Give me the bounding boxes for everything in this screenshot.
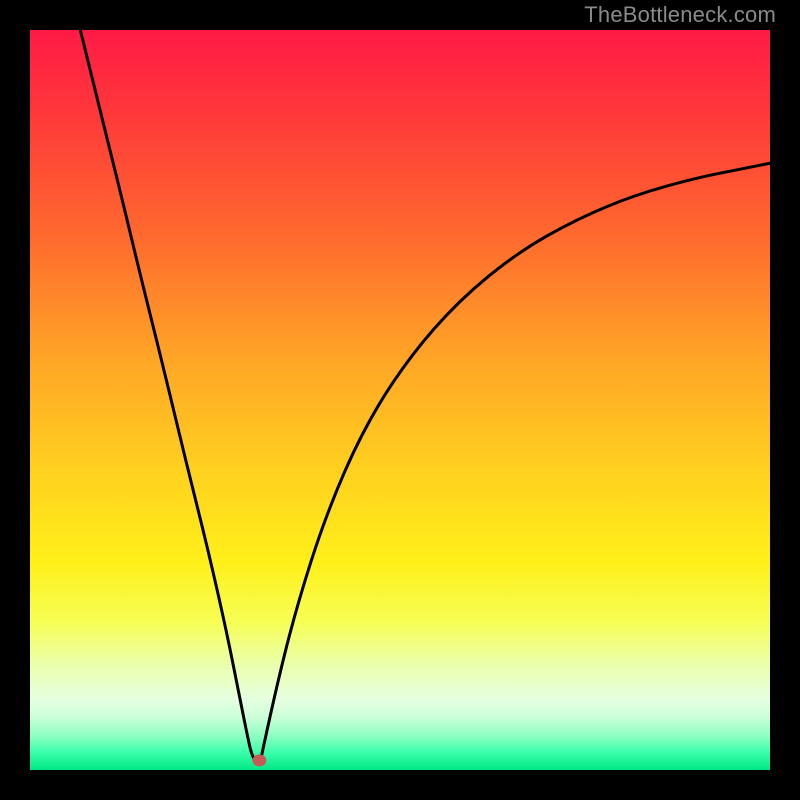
optimal-point-marker	[252, 754, 266, 766]
chart-frame: { "watermark": "TheBottleneck.com", "plo…	[0, 0, 800, 800]
chart-svg	[0, 0, 800, 800]
watermark-text: TheBottleneck.com	[584, 2, 776, 28]
plot-background	[30, 30, 770, 770]
